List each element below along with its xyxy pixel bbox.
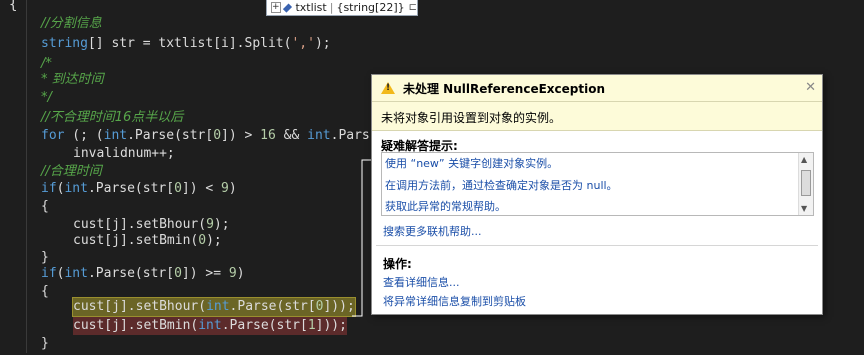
section-divider	[376, 245, 818, 246]
troubleshooting-tips-list[interactable]: 使用 “new” 关键字创建对象实例。 在调用方法前，通过检查确定对象是否为 n…	[381, 152, 814, 216]
tips-header: 疑难解答提示:	[381, 139, 458, 153]
scroll-thumb[interactable]	[801, 170, 811, 196]
warning-icon: !	[381, 82, 395, 94]
exception-assistant[interactable]: ! 未处理 NullReferenceException ✕ 未将对象引用设置到…	[371, 74, 823, 315]
exception-header: ! 未处理 NullReferenceException	[372, 75, 822, 102]
scroll-up-icon[interactable]: ▲	[801, 155, 807, 164]
close-icon[interactable]: ✕	[805, 80, 816, 95]
tip-link[interactable]: 使用 “new” 关键字创建对象实例。	[385, 155, 558, 171]
copy-details-link[interactable]: 将异常详细信息复制到剪贴板	[383, 293, 526, 309]
datatip[interactable]: + txtlist | {string[22]} ⊏	[266, 0, 418, 16]
actions-header: 操作:	[383, 257, 412, 271]
tip-link[interactable]: 在调用方法前，通过检查确定对象是否为 null。	[385, 177, 618, 193]
datatip-name: txtlist	[295, 1, 327, 14]
tips-scrollbar[interactable]: ▲ ▼	[798, 153, 813, 215]
exception-message: 未将对象引用设置到对象的实例。	[372, 102, 822, 131]
exception-title: 未处理 NullReferenceException	[403, 81, 605, 96]
view-details-link[interactable]: 查看详细信息...	[383, 274, 460, 290]
field-icon	[282, 2, 292, 13]
pin-icon[interactable]: ⊏	[409, 2, 417, 13]
search-online-help-link[interactable]: 搜索更多联机帮助...	[383, 223, 482, 239]
expand-icon[interactable]: +	[271, 2, 281, 13]
tip-link[interactable]: 获取此异常的常规帮助。	[385, 198, 506, 214]
datatip-separator: |	[329, 1, 334, 14]
scroll-down-icon[interactable]: ▼	[801, 204, 807, 213]
datatip-value[interactable]: {string[22]}	[336, 1, 404, 14]
